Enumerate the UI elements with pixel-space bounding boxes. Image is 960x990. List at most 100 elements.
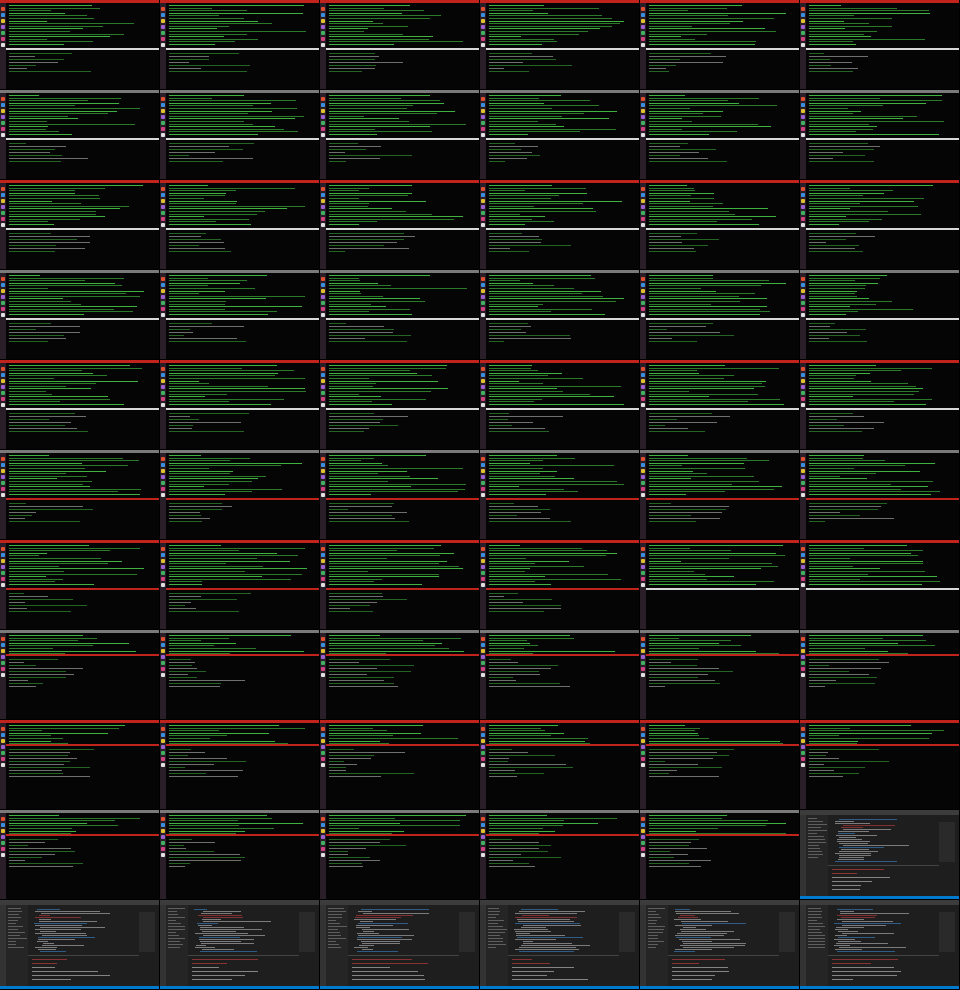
terminal-output-line	[489, 211, 596, 212]
terminal-output-line	[649, 845, 689, 846]
code-line	[363, 913, 429, 914]
terminal-output-line	[329, 23, 383, 25]
dock-app-icon	[641, 385, 645, 389]
terminal-output-line	[9, 303, 81, 305]
window-top-bar	[320, 450, 479, 453]
terminal-output-line	[9, 555, 39, 557]
explorer-entry	[488, 944, 506, 945]
dock-app-icon	[161, 571, 165, 575]
code-line	[835, 853, 871, 854]
window-top-bar	[320, 270, 479, 273]
terminal-output-line	[489, 110, 617, 112]
dock-app-icon	[481, 217, 485, 221]
terminal-output-line	[809, 735, 839, 737]
terminal-output-line	[329, 648, 449, 649]
code-line	[516, 935, 565, 936]
dock-app-icon	[321, 853, 325, 857]
dock-app-icon	[801, 637, 805, 641]
terminal-output-line	[9, 71, 91, 72]
dock-app-icon	[1, 637, 5, 641]
terminal-output-line	[169, 126, 275, 128]
window-top-bar	[800, 540, 959, 543]
dock-app-icon	[801, 559, 805, 563]
pane-divider-bar	[806, 48, 959, 50]
terminal-output-line	[9, 218, 80, 220]
code-line	[195, 933, 248, 934]
terminal-output-line	[9, 547, 140, 549]
terminal-output-line	[9, 478, 57, 480]
dock-app-icon	[801, 571, 805, 575]
code-line	[523, 925, 581, 926]
dock-app-icon	[321, 283, 325, 287]
dock-app-icon	[481, 397, 485, 401]
terminal-output-line	[9, 773, 63, 774]
dock-app-icon	[641, 643, 645, 647]
dock-app-icon	[161, 121, 165, 125]
status-bar	[160, 986, 319, 989]
terminal-output-line	[169, 576, 262, 578]
dock-app-icon	[321, 487, 325, 491]
code-line	[514, 929, 548, 930]
terminal-output-line	[329, 251, 345, 252]
terminal-output-line	[649, 857, 674, 858]
window-top-bar	[640, 630, 799, 633]
code-line	[203, 921, 271, 922]
terminal-output-line	[809, 494, 931, 495]
terminal-output-line	[169, 242, 224, 243]
terminal-output-line	[169, 323, 212, 324]
explorer-entry	[808, 833, 817, 834]
pane-divider-bar	[646, 228, 799, 230]
code-line	[197, 923, 218, 924]
pane-divider-bar	[326, 228, 479, 230]
terminal-output-line	[809, 118, 903, 120]
dock-app-icon	[1, 853, 5, 857]
terminal-output-line	[9, 203, 81, 205]
terminal-output-line	[329, 637, 461, 639]
terminal-output-line	[329, 828, 359, 829]
terminal-output-line	[169, 293, 199, 295]
terminal-output-line	[9, 221, 48, 223]
dock-app-icon	[321, 301, 325, 305]
terminal-output-line	[489, 462, 530, 464]
app-dock	[800, 723, 806, 809]
terminal-output-line	[649, 645, 741, 647]
terminal-output-line	[169, 486, 204, 488]
dock-app-icon	[1, 835, 5, 839]
terminal-output-line	[489, 833, 539, 835]
terminal-output-line	[489, 190, 525, 192]
terminal-output-line	[809, 473, 876, 475]
terminal-output-line	[329, 683, 394, 684]
terminal-output-line	[809, 637, 883, 639]
window-top-bar	[640, 810, 799, 813]
terminal-output-line	[169, 53, 239, 54]
code-line	[840, 913, 909, 914]
terminal-output-line	[649, 378, 724, 379]
panel-output-line	[512, 967, 574, 968]
app-dock	[800, 633, 806, 719]
terminal-output-line	[489, 515, 517, 516]
terminal-output-line	[9, 560, 122, 562]
terminal-output-line	[9, 725, 125, 726]
terminal-output-line	[649, 635, 751, 636]
explorer-entry	[808, 911, 822, 912]
terminal-output-line	[649, 335, 734, 336]
dock-app-icon	[481, 211, 485, 215]
terminal-output-line	[9, 494, 140, 495]
terminal-output-line	[649, 68, 666, 69]
explorer-entry	[168, 911, 177, 912]
terminal-output-line	[9, 245, 56, 246]
code-line	[515, 939, 556, 940]
vscode-screenshot-tile	[800, 810, 959, 899]
terminal-screenshot-tile	[160, 720, 319, 809]
code-line	[37, 909, 60, 910]
terminal-output-line	[9, 62, 58, 63]
panel-output-line	[32, 959, 67, 960]
dock-app-icon	[481, 463, 485, 467]
terminal-output-line	[809, 143, 868, 144]
terminal-output-line	[489, 563, 535, 565]
terminal-output-line	[9, 118, 78, 120]
code-line	[521, 927, 546, 928]
terminal-output-line	[169, 338, 237, 339]
terminal-output-line	[169, 460, 230, 462]
dock-app-icon	[641, 193, 645, 197]
